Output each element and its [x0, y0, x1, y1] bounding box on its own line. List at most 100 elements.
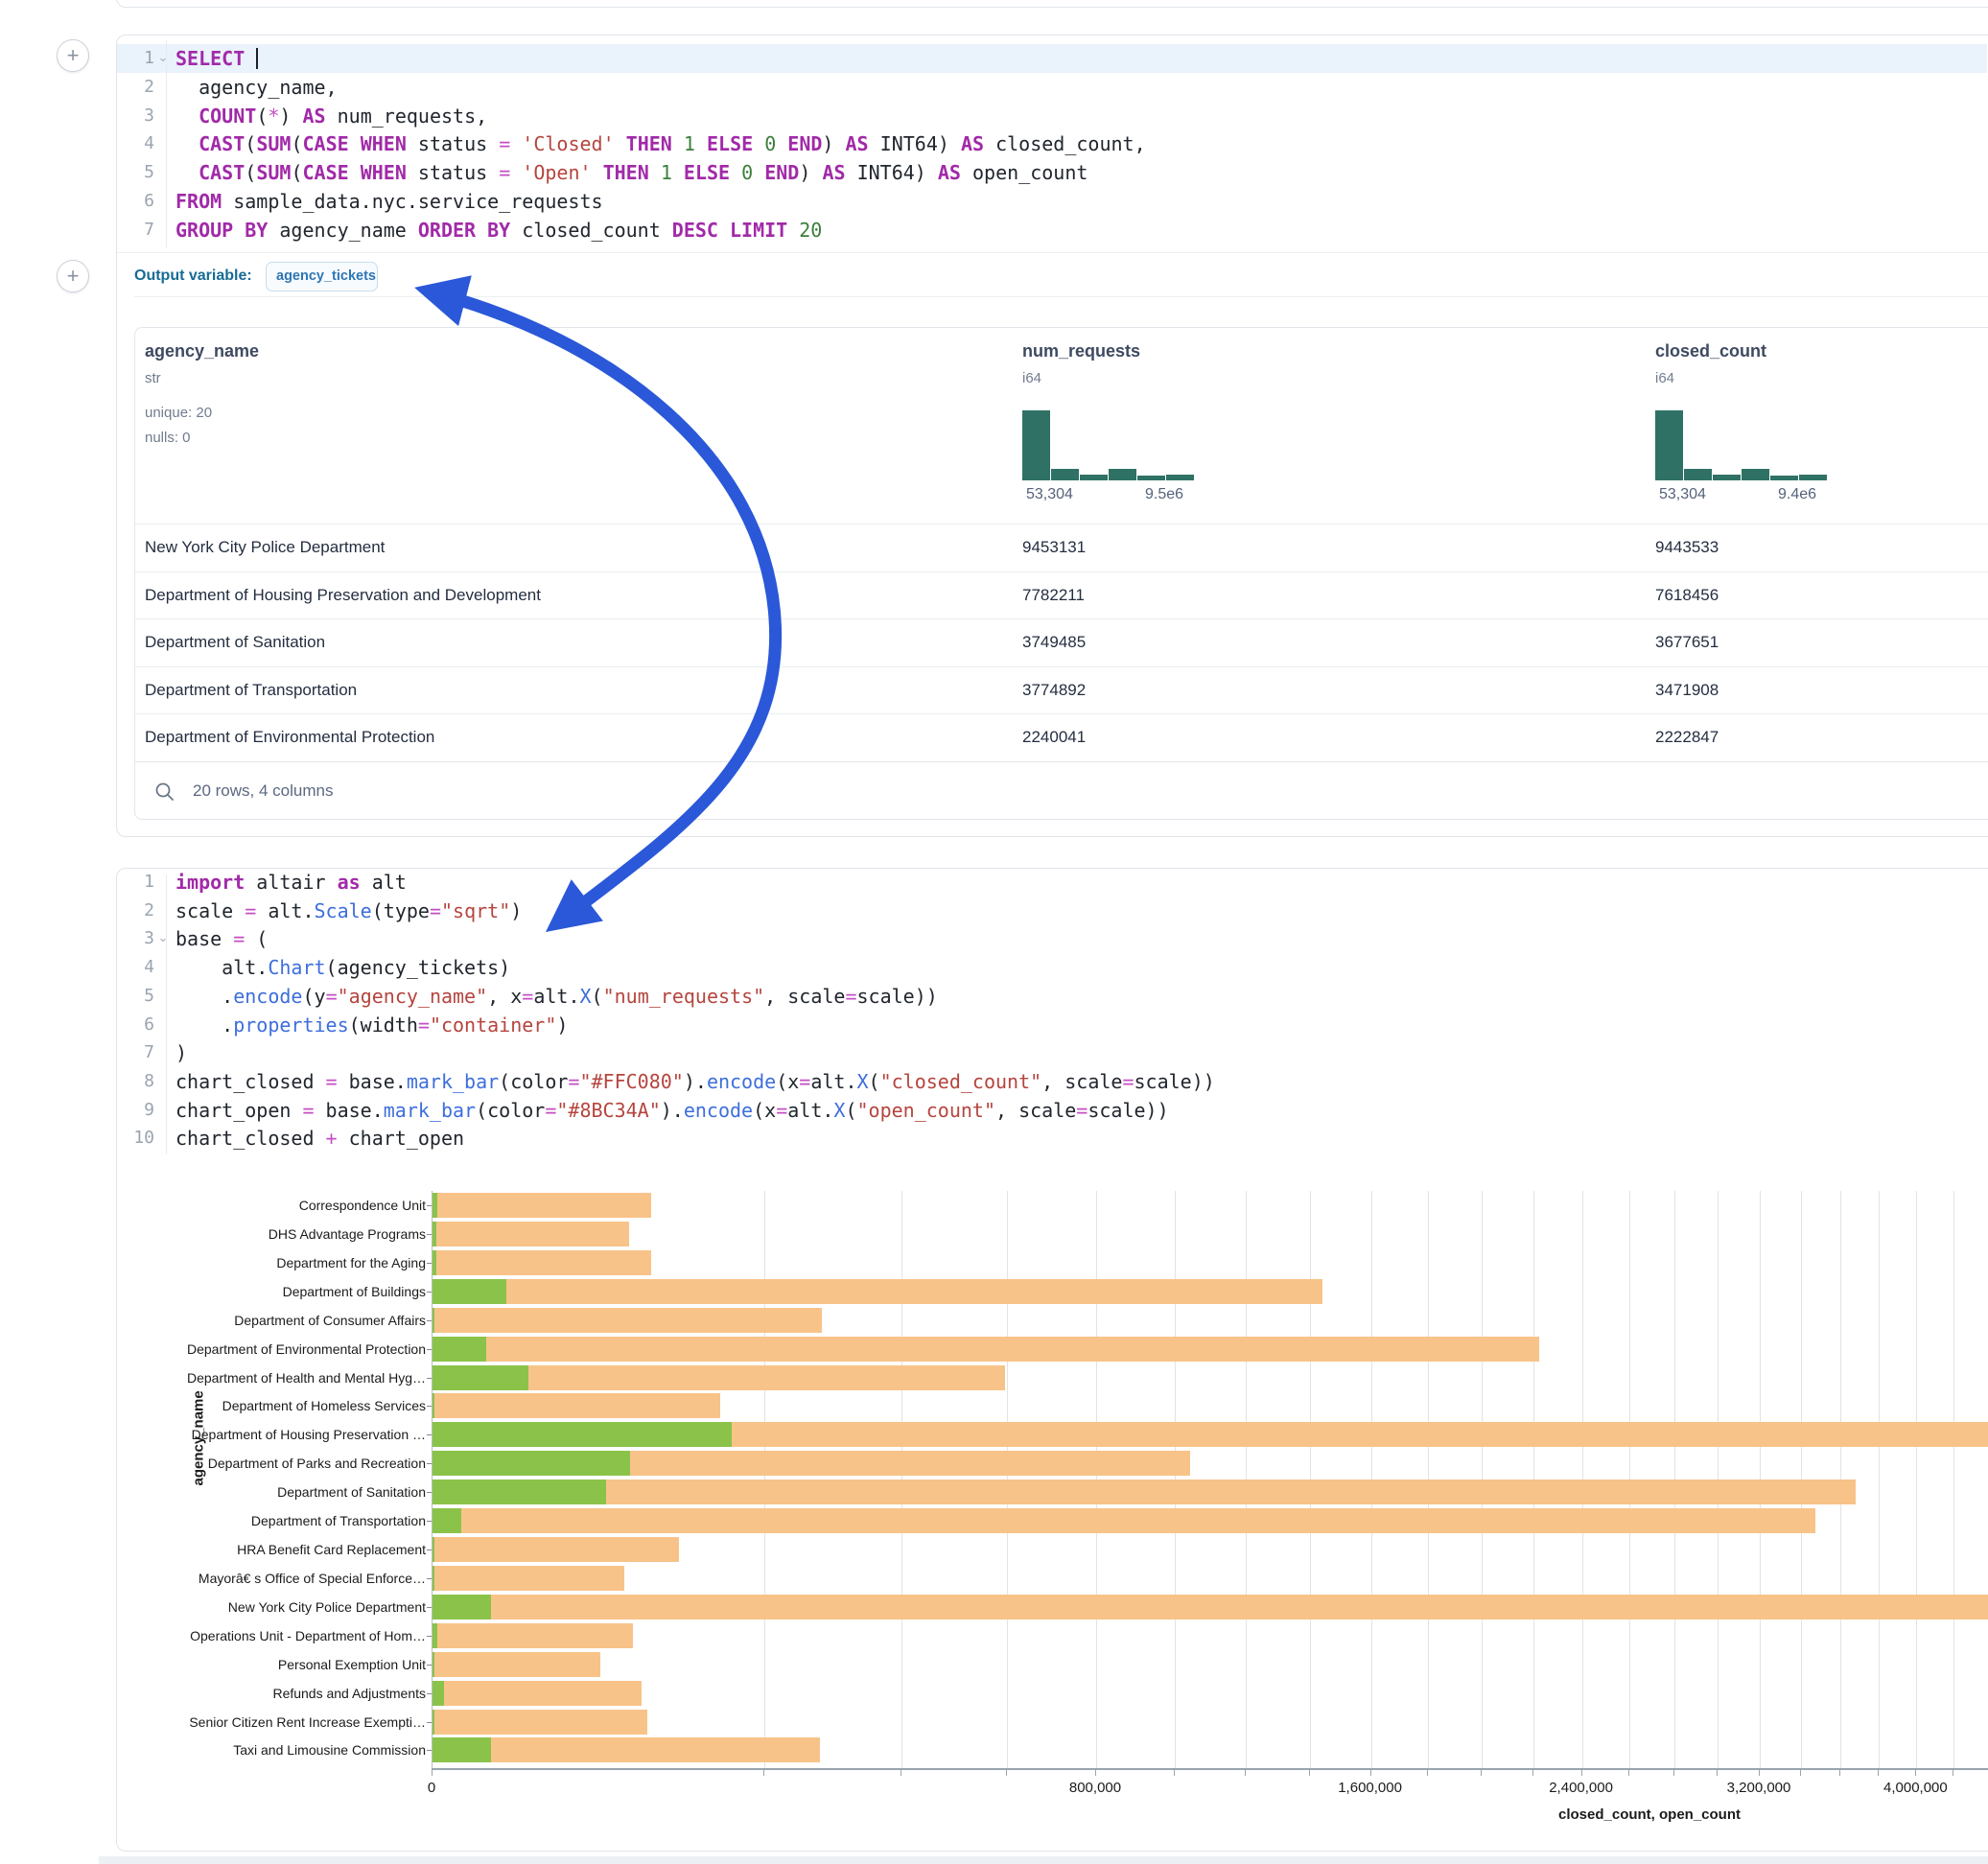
x-axis-tick: [1839, 1770, 1840, 1776]
y-axis-label: Refunds and Adjustments: [138, 1685, 426, 1702]
line-number: 8: [116, 1067, 154, 1096]
code-line[interactable]: .properties(width="container"): [175, 1011, 568, 1039]
bar-closed: [433, 1480, 1856, 1504]
text-cursor: [256, 48, 258, 69]
code-line[interactable]: scale = alt.Scale(type="sqrt"): [175, 897, 522, 925]
histogram-max-label: 9.5e6: [1145, 486, 1183, 503]
bar-open: [433, 1623, 437, 1648]
x-axis-tick-label: 1,600,000: [1313, 1780, 1428, 1796]
add-cell-button-output[interactable]: +: [57, 260, 89, 292]
code-line[interactable]: agency_name,: [175, 73, 338, 102]
bar-closed: [433, 1537, 679, 1562]
table-row[interactable]: Department of Housing Preservation and D…: [135, 571, 1988, 619]
bar-open: [433, 1681, 444, 1706]
code-line[interactable]: GROUP BY agency_name ORDER BY closed_cou…: [175, 216, 822, 245]
bar-closed: [433, 1279, 1322, 1304]
histogram-bar: [1655, 410, 1683, 480]
code-line[interactable]: ): [175, 1038, 187, 1067]
table-cell: 9443533: [1655, 538, 1719, 557]
line-number: 10: [116, 1124, 154, 1153]
table-footer: 20 rows, 4 columns: [135, 761, 1988, 820]
output-variable-label: Output variable:: [134, 268, 252, 285]
histogram-bar: [1137, 476, 1165, 480]
bar-open: [433, 1710, 434, 1735]
fold-chevron-icon[interactable]: ⌄: [155, 44, 171, 73]
table-row[interactable]: Department of Sanitation37494853677651: [135, 618, 1988, 666]
bar-closed: [433, 1308, 822, 1333]
x-axis-tick: [1581, 1770, 1582, 1776]
y-axis-label: Department of Health and Mental Hyg…: [138, 1369, 426, 1386]
histogram-bar: [1022, 410, 1050, 480]
histogram-bar: [1713, 475, 1741, 480]
x-axis-tick-label: 2,400,000: [1524, 1780, 1639, 1796]
output-variable-pill[interactable]: agency_tickets: [266, 262, 378, 291]
line-number: 5: [116, 158, 154, 187]
code-line[interactable]: SELECT: [175, 44, 258, 73]
row-count-text: 20 rows, 4 columns: [193, 781, 333, 801]
code-line[interactable]: FROM sample_data.nyc.service_requests: [175, 187, 603, 216]
code-line[interactable]: chart_open = base.mark_bar(color="#8BC34…: [175, 1096, 1169, 1125]
previous-cell-fragment: [116, 0, 1988, 8]
line-number: 4: [116, 129, 154, 158]
bar-closed: [433, 1595, 1988, 1619]
table-cell: New York City Police Department: [145, 538, 385, 557]
search-icon[interactable]: [154, 781, 175, 803]
x-axis-tick: [1532, 1770, 1533, 1776]
line-number: 7: [116, 1038, 154, 1067]
bar-closed: [433, 1623, 633, 1648]
bar-open: [433, 1193, 437, 1218]
x-axis-tick: [1245, 1770, 1246, 1776]
y-axis-label: Personal Exemption Unit: [138, 1656, 426, 1673]
y-axis-label: Department of Homeless Services: [138, 1397, 426, 1414]
line-number: 1: [116, 868, 154, 897]
code-line[interactable]: alt.Chart(agency_tickets): [175, 953, 510, 982]
x-axis-tick-label: 800,000: [1038, 1780, 1153, 1796]
code-line[interactable]: .encode(y="agency_name", x=alt.X("num_re…: [175, 982, 938, 1011]
histogram-bar: [1684, 469, 1712, 480]
line-number: 9: [116, 1096, 154, 1125]
code-line[interactable]: CAST(SUM(CASE WHEN status = 'Closed' THE…: [175, 129, 1146, 158]
code-line[interactable]: COUNT(*) AS num_requests,: [175, 102, 487, 130]
histogram-bar: [1109, 469, 1136, 480]
bar-closed: [433, 1393, 720, 1418]
histogram-bar: [1080, 475, 1108, 480]
bar-open: [433, 1393, 434, 1418]
page-background-strip: [99, 1856, 1988, 1864]
y-axis-label: Taxi and Limousine Commission: [138, 1741, 426, 1759]
bar-open: [433, 1566, 434, 1591]
table-row[interactable]: New York City Police Department945313194…: [135, 524, 1988, 571]
results-table[interactable]: agency_namestrunique: 20nulls: 0num_requ…: [134, 327, 1988, 820]
histogram-min-label: 53,304: [1659, 486, 1706, 503]
code-line[interactable]: import altair as alt: [175, 868, 407, 897]
code-line[interactable]: CAST(SUM(CASE WHEN status = 'Open' THEN …: [175, 158, 1088, 187]
table-row[interactable]: Department of Environmental Protection22…: [135, 713, 1988, 761]
active-line-highlight: [117, 44, 1987, 73]
y-axis-label: Department of Environmental Protection: [138, 1340, 426, 1358]
code-line[interactable]: chart_closed = base.mark_bar(color="#FFC…: [175, 1067, 1215, 1096]
table-row[interactable]: Department of Transportation377489234719…: [135, 666, 1988, 714]
bar-open: [433, 1422, 732, 1447]
y-axis-label: Mayorâ€ s Office of Special Enforce…: [138, 1570, 426, 1587]
x-axis-tick: [900, 1770, 901, 1776]
table-cell: 3471908: [1655, 681, 1719, 700]
histogram-bar: [1799, 475, 1827, 480]
table-cell: Department of Sanitation: [145, 633, 325, 652]
code-line[interactable]: base = (: [175, 924, 268, 953]
line-number: 2: [116, 897, 154, 925]
x-axis-tick: [1370, 1770, 1371, 1776]
line-number: 4: [116, 953, 154, 982]
bar-open: [433, 1222, 436, 1247]
bar-closed: [433, 1652, 600, 1677]
histogram-max-label: 9.4e6: [1778, 486, 1816, 503]
code-line[interactable]: chart_closed + chart_open: [175, 1124, 464, 1153]
add-cell-button-top[interactable]: +: [57, 39, 89, 72]
column-stat: nulls: 0: [145, 430, 191, 446]
column-stat: unique: 20: [145, 405, 212, 421]
y-axis-label: Department of Consumer Affairs: [138, 1312, 426, 1329]
bar-closed: [433, 1250, 651, 1275]
fold-chevron-icon[interactable]: ⌄: [155, 924, 171, 953]
line-number: 3: [116, 102, 154, 130]
gridline: [1916, 1191, 1917, 1768]
x-axis-tick-label: 4,000,000: [1858, 1780, 1973, 1796]
histogram-min-label: 53,304: [1026, 486, 1073, 503]
